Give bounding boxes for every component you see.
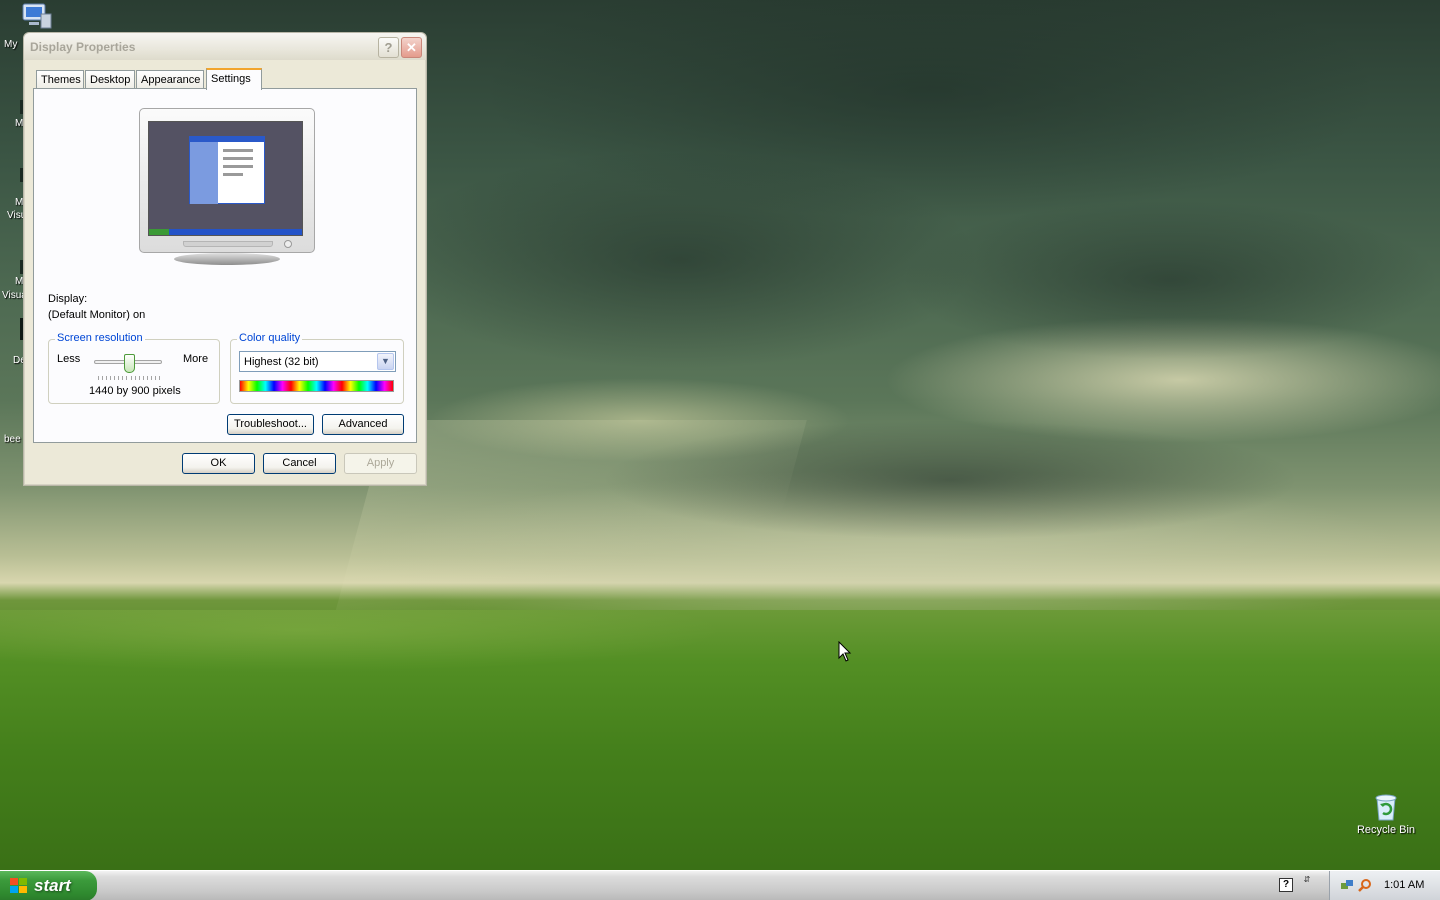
display-label: Display:: [48, 293, 88, 305]
resolution-slider-thumb[interactable]: [124, 354, 135, 373]
ok-button[interactable]: OK: [182, 453, 255, 474]
tab-desktop[interactable]: Desktop: [85, 70, 135, 89]
question-icon: ?: [384, 40, 393, 55]
screen-resolution-legend: Screen resolution: [55, 332, 145, 344]
troubleshoot-button[interactable]: Troubleshoot...: [227, 414, 314, 435]
start-label: start: [34, 876, 71, 895]
resolution-value: 1440 by 900 pixels: [89, 385, 181, 397]
title-bar[interactable]: Display Properties ? ✕: [24, 33, 426, 60]
resolution-more-label: More: [183, 353, 209, 365]
start-button[interactable]: start: [0, 871, 97, 900]
tab-themes[interactable]: Themes: [36, 70, 84, 89]
display-properties-window: Display Properties ? ✕ Themes Desktop Ap…: [23, 32, 427, 486]
apply-button[interactable]: Apply: [344, 453, 417, 474]
my-computer-icon[interactable]: [21, 2, 53, 30]
recycle-bin-label: Recycle Bin: [1356, 824, 1416, 836]
desktop-label-8[interactable]: bee: [4, 434, 21, 445]
desktop-label-my-computer[interactable]: My: [4, 39, 17, 50]
system-tray: 1:01 AM: [1329, 871, 1440, 900]
recycle-bin-icon: [1375, 794, 1397, 821]
chevron-down-icon[interactable]: ▼: [377, 353, 394, 370]
settings-panel: Display: (Default Monitor) on Screen res…: [33, 88, 417, 443]
help-button[interactable]: ?: [378, 37, 399, 58]
resolution-less-label: Less: [57, 353, 81, 365]
monitor-preview: [139, 108, 315, 253]
grass-field: [0, 610, 1440, 870]
display-value: (Default Monitor) on: [48, 309, 146, 321]
cancel-button[interactable]: Cancel: [263, 453, 336, 474]
windows-logo-icon: [10, 878, 28, 894]
tab-settings[interactable]: Settings: [206, 68, 262, 90]
clock[interactable]: 1:01 AM: [1384, 879, 1424, 891]
taskbar: start ? ⇵ 1:01 AM: [0, 870, 1440, 900]
advanced-button[interactable]: Advanced: [322, 414, 404, 435]
help-tray-icon[interactable]: ?: [1279, 878, 1293, 892]
screen-resolution-group: Screen resolution Less More 1440 by 900 …: [48, 332, 220, 404]
monitor-stand: [174, 253, 280, 265]
window-title: Display Properties: [30, 40, 136, 54]
color-quality-select[interactable]: Highest (32 bit) ▼: [239, 351, 396, 372]
mouse-cursor-icon: [838, 640, 852, 666]
search-icon[interactable]: [1358, 878, 1372, 892]
color-spectrum-bar: [239, 380, 394, 392]
monitor-screen: [148, 121, 303, 236]
color-quality-value: Highest (32 bit): [244, 356, 319, 368]
network-icon[interactable]: [1340, 878, 1354, 892]
recycle-bin-shortcut[interactable]: Recycle Bin: [1355, 792, 1417, 836]
color-quality-legend: Color quality: [237, 332, 303, 344]
color-quality-group: Color quality Highest (32 bit) ▼: [230, 332, 404, 404]
power-light-icon: [284, 240, 292, 248]
close-icon: ✕: [406, 40, 417, 55]
close-button[interactable]: ✕: [401, 37, 422, 58]
tab-appearance[interactable]: Appearance: [136, 70, 204, 89]
resolution-ticks: [98, 376, 160, 380]
chevron-down-icon[interactable]: ⇵: [1302, 876, 1312, 894]
